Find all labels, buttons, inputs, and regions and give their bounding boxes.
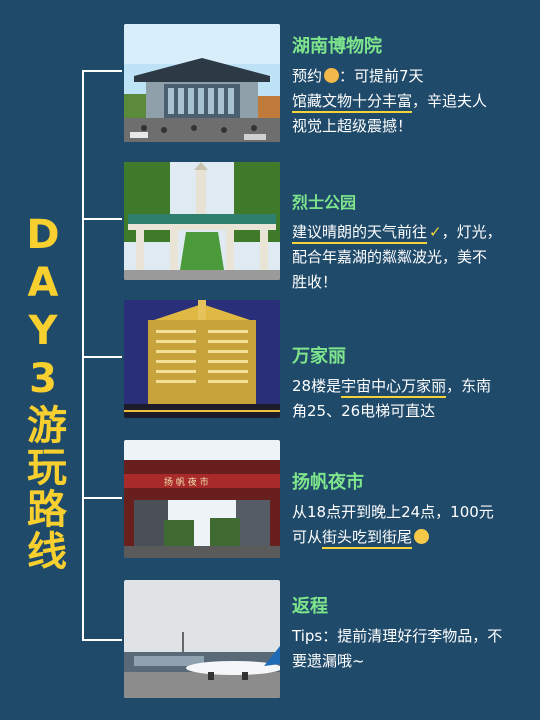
- checkmark-icon: ✓: [429, 223, 442, 241]
- text-segment: ，灯光，: [441, 223, 502, 241]
- timeline-bracket: [82, 70, 84, 640]
- item-desc: 建议晴朗的天气前往 ✓，灯光， 配合年嘉湖的粼粼波光，美不 胜收！: [292, 220, 528, 295]
- item-title: 烈士公园: [292, 193, 357, 212]
- text-segment: 预约: [292, 67, 323, 85]
- item-desc: 28楼是宇宙中心万家丽，东南 角25、26电梯可直达: [292, 374, 528, 424]
- item-museum: 湖南博物院 预约 ：可提前7天 馆藏文物十分丰富，辛追夫人 视觉上超级震撼！: [292, 36, 528, 139]
- item-desc: 从18点开到晚上24点，100元 可从街头吃到街尾: [292, 500, 528, 550]
- page-title: DAY3游玩路线: [20, 212, 66, 572]
- smile-emoji-icon: [414, 529, 430, 544]
- airport-photo: [124, 580, 280, 698]
- text-segment: ：可提前7天: [339, 67, 424, 85]
- text-segment: 28楼是: [292, 377, 342, 395]
- item-wanjiali: 万家丽 28楼是宇宙中心万家丽，东南 角25、26电梯可直达: [292, 346, 528, 424]
- bracket-tick: [82, 497, 122, 499]
- text-segment: 可从: [292, 528, 323, 546]
- text-segment: 胜收！: [292, 273, 338, 291]
- text-segment: 配合年嘉湖的粼粼波光，美不: [292, 248, 488, 266]
- text-segment: 要遗漏哦~: [292, 652, 365, 670]
- text-segment: Tips：提前清理好行李物品，不: [292, 627, 503, 645]
- bracket-tick: [82, 70, 122, 72]
- sign-text: 扬 帆 夜 市: [164, 476, 209, 488]
- text-segment: ，辛追夫人: [412, 92, 488, 110]
- item-park: 烈士公园 建议晴朗的天气前往 ✓，灯光， 配合年嘉湖的粼粼波光，美不 胜收！: [292, 192, 528, 295]
- item-title: 返程: [292, 596, 328, 617]
- museum-photo: [124, 24, 280, 142]
- highlight-text: 馆藏文物十分丰富: [292, 92, 413, 113]
- bracket-tick: [82, 218, 122, 220]
- wanjiali-photo: [124, 300, 280, 418]
- person-emoji-icon: [324, 68, 340, 83]
- night-market-photo: 扬 帆 夜 市: [124, 440, 280, 558]
- item-desc: Tips：提前清理好行李物品，不 要遗漏哦~: [292, 624, 528, 674]
- item-title: 湖南博物院: [292, 36, 382, 57]
- highlight-text: 宇宙中心万家丽: [341, 377, 447, 398]
- item-desc: 预约 ：可提前7天 馆藏文物十分丰富，辛追夫人 视觉上超级震撼！: [292, 64, 528, 139]
- bracket-tick: [82, 356, 122, 358]
- item-title: 扬帆夜市: [292, 472, 364, 493]
- item-night-market: 扬帆夜市 从18点开到晚上24点，100元 可从街头吃到街尾: [292, 472, 528, 550]
- text-segment: 角25、26电梯可直达: [292, 402, 436, 420]
- text-segment: 从18点开到晚上24点，100元: [292, 503, 494, 521]
- item-title: 万家丽: [292, 346, 346, 367]
- item-return: 返程 Tips：提前清理好行李物品，不 要遗漏哦~: [292, 596, 528, 674]
- text-segment: 视觉上超级震撼！: [292, 117, 413, 135]
- bracket-tick: [82, 639, 122, 641]
- highlight-text: 建议晴朗的天气前往: [292, 223, 428, 244]
- highlight-text: 街头吃到街尾: [322, 528, 413, 549]
- park-photo: [124, 162, 280, 280]
- text-segment: ，东南: [446, 377, 492, 395]
